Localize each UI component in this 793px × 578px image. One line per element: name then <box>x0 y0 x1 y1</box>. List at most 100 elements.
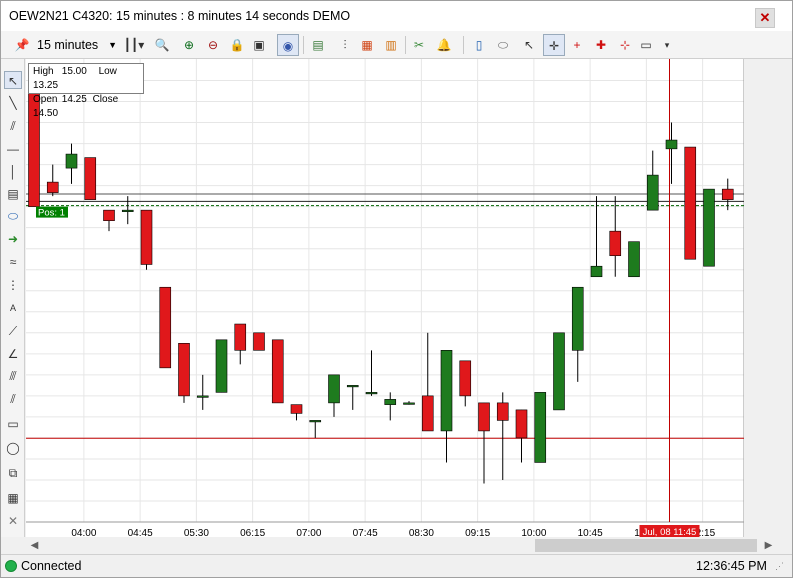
parallel-lines-icon[interactable]: ⫽ <box>4 117 22 135</box>
candle-body <box>721 188 734 200</box>
candle-body <box>609 230 622 257</box>
candle-body <box>309 420 322 423</box>
line-icon[interactable]: ╲ <box>4 94 22 112</box>
crosshair-pointer-icon[interactable]: ✛ <box>543 34 565 56</box>
text-label-icon[interactable]: A <box>4 299 22 317</box>
copy-icon[interactable]: ⧉ <box>4 464 22 482</box>
candle-body <box>178 343 190 397</box>
candle-body <box>459 360 472 397</box>
strategy-icon[interactable]: ✂ <box>409 34 429 56</box>
arrow-right-icon[interactable]: ➜ <box>4 230 22 248</box>
x-tick-label: 10:00 <box>521 528 546 537</box>
colors-icon[interactable]: ▦ <box>357 34 377 56</box>
candle-body <box>665 139 678 150</box>
candle-body <box>496 402 509 421</box>
title-bar[interactable]: OEW2N21 C4320: 15 minutes : 8 minutes 14… <box>1 1 792 31</box>
text-note-icon[interactable]: ▤ <box>4 185 22 203</box>
candle-body <box>421 395 434 432</box>
data-box-icon[interactable]: ▭ <box>635 34 657 56</box>
ellipse-fill-icon[interactable]: ⬭ <box>4 207 22 225</box>
candle-body <box>703 188 715 267</box>
toolbar-overflow-icon[interactable]: ▾ <box>661 34 673 56</box>
candle-body <box>290 404 303 414</box>
delete-drawings-icon[interactable]: ✕ <box>4 512 22 530</box>
indicators-icon[interactable]: ▤ <box>307 34 329 56</box>
x-tick-label: 07:00 <box>296 528 321 537</box>
global-crosshair-icon[interactable]: ✚ <box>591 34 611 56</box>
scrollbar-thumb[interactable] <box>535 539 757 552</box>
gann-fan-icon[interactable]: ⫻ <box>4 367 22 385</box>
bell-icon[interactable]: 🔔 <box>433 34 455 56</box>
candle-body <box>515 409 528 439</box>
resize-grip-icon[interactable]: ⋰ <box>775 561 784 572</box>
plot-background <box>26 59 744 537</box>
zoom-in-icon[interactable]: ⊕ <box>179 34 199 56</box>
pointer-icon[interactable]: ↖ <box>519 34 539 56</box>
horizontal-line-icon[interactable]: — <box>4 140 22 158</box>
candle-body <box>478 402 490 432</box>
candle-body <box>84 157 97 200</box>
crosshair-icon[interactable]: + <box>567 34 587 56</box>
zoom-out-icon[interactable]: ⊖ <box>203 34 223 56</box>
candle-body <box>121 209 134 212</box>
candle-body <box>590 265 603 278</box>
window-title: OEW2N21 C4320: 15 minutes : 8 minutes 14… <box>9 9 351 23</box>
x-tick-label: 05:30 <box>184 528 209 537</box>
pin-icon[interactable]: 📌 <box>11 34 33 56</box>
candle-body <box>553 332 565 411</box>
interval-label: 15 minutes <box>37 38 99 52</box>
high-label: High <box>33 66 54 77</box>
open-value: 14.25 <box>61 94 87 105</box>
rectangle-icon[interactable]: ▭ <box>4 415 22 433</box>
link-icon[interactable]: ▯ <box>469 34 489 56</box>
low-value: 13.25 <box>33 80 59 91</box>
interval-selector[interactable]: 15 minutes ▼ <box>37 34 119 56</box>
x-tick-label: 07:45 <box>353 528 378 537</box>
close-label: Close <box>92 94 119 105</box>
properties-icon[interactable]: ▦ <box>4 489 22 507</box>
fibonacci-icon[interactable]: ⋮ <box>4 276 22 294</box>
ohlc-data-box: High 15.00 Low 13.25 Open 14.25 Close 14… <box>28 63 144 119</box>
horizontal-scrollbar[interactable]: ◀ ▶ <box>26 537 777 554</box>
status-bar: Connected 12:36:45 PM ⋰ <box>1 554 792 577</box>
angle-icon[interactable]: ∠ <box>4 345 22 363</box>
chart-toolbar: 📌 15 minutes ▼ ┃┃▾ 🔍 ⊕ ⊖ 🔒 ▣ ◉ ▤ ⫶ ▦ ▥ ✂… <box>1 31 792 59</box>
candlestick-chart[interactable]: 16.2015.6015.0014.4013.8013.2012.6012.00… <box>26 59 744 537</box>
fan-icon[interactable]: ⟋ <box>4 322 22 340</box>
candle-body <box>140 209 153 265</box>
mouse-icon[interactable]: ⬭ <box>493 34 513 56</box>
candle-body <box>684 146 697 260</box>
clipboard-icon[interactable]: ▣ <box>249 34 269 56</box>
ellipse-icon[interactable]: ◯ <box>4 439 22 457</box>
vertical-line-icon[interactable]: │ <box>4 163 22 181</box>
candle-body <box>534 392 547 463</box>
x-tick-label: 06:15 <box>240 528 265 537</box>
wave-icon[interactable]: ≈ <box>4 253 22 271</box>
crosshair-lock-icon[interactable]: ⊹ <box>615 34 635 56</box>
select-arrow-icon[interactable]: ↖ <box>4 71 22 89</box>
close-button[interactable]: ✕ <box>755 8 775 28</box>
lock-icon[interactable]: 🔒 <box>227 34 247 56</box>
crosshair-time-label: Jul, 08 11:45 <box>643 527 697 537</box>
candle-body <box>196 395 209 398</box>
eye-icon[interactable]: ◉ <box>277 34 299 56</box>
low-label: Low <box>98 66 117 77</box>
position-label: Pos: 1 <box>38 208 65 219</box>
bar-type-icon[interactable]: ┃┃▾ <box>123 34 145 56</box>
scroll-left-icon[interactable]: ◀ <box>26 537 43 554</box>
candle-body <box>646 174 659 211</box>
candle-body <box>571 286 584 351</box>
candle-body <box>234 323 247 351</box>
x-tick-label: 10:45 <box>578 528 603 537</box>
channel-icon[interactable]: ⫽ <box>4 390 22 408</box>
scroll-right-icon[interactable]: ▶ <box>760 537 777 554</box>
hierarchy-icon[interactable]: ⫶ <box>335 34 355 56</box>
connection-status: Connected <box>21 559 82 573</box>
candle-body <box>215 339 228 393</box>
x-tick-label: 08:30 <box>409 528 434 537</box>
volume-icon[interactable]: ▥ <box>381 34 401 56</box>
x-tick-label: 04:00 <box>71 528 96 537</box>
connection-status-icon <box>5 560 17 572</box>
magnifier-icon[interactable]: 🔍 <box>151 34 173 56</box>
chart-area[interactable]: 16.2015.6015.0014.4013.8013.2012.6012.00… <box>26 59 744 537</box>
